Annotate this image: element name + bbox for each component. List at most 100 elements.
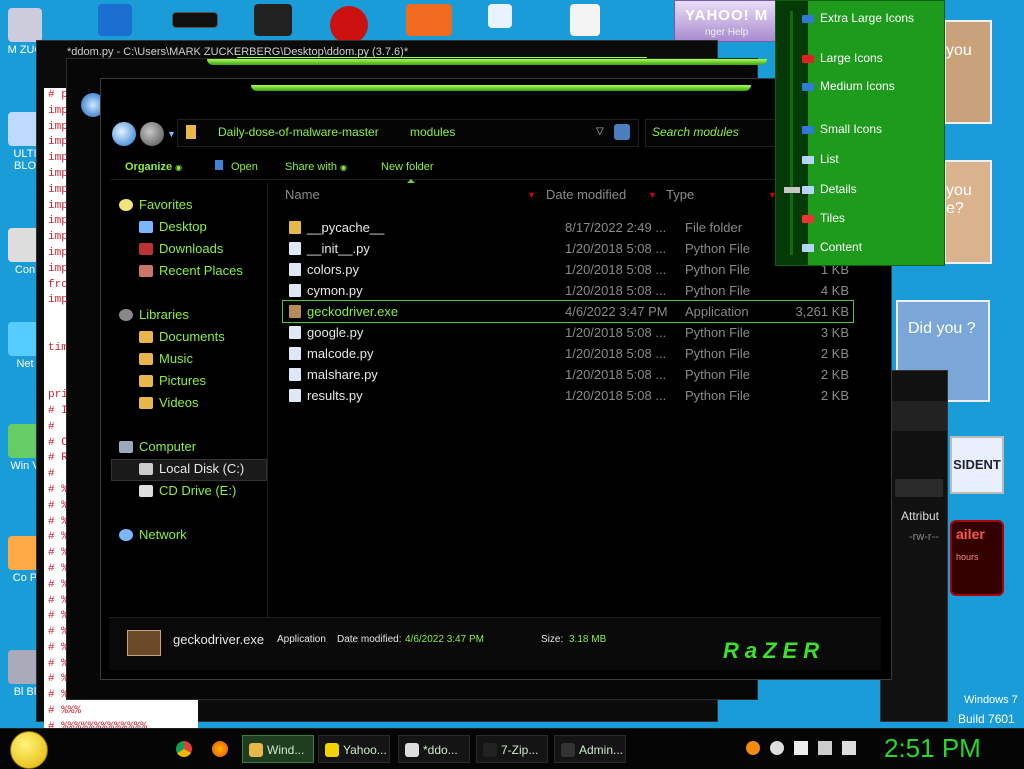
view-option[interactable]: Extra Large Icons [802,11,915,25]
yahoo-window[interactable]: YAHOO! M nger Help [674,0,786,42]
file-date: 8/17/2022 2:49 ... [565,220,667,235]
file-name: malshare.py [307,367,378,382]
file-row[interactable]: malshare.py 1/20/2018 5:08 ... Python File… [283,364,853,385]
nav-pictures[interactable]: Pictures [139,373,206,388]
file-row[interactable]: __pycache__ 8/17/2022 2:49 ... File folder [283,217,853,238]
shield-game-icon[interactable] [330,6,368,44]
file-row[interactable]: geckodriver.exe 4/6/2022 3:47 PM Applicati… [282,300,854,323]
view-option[interactable]: Details [802,182,857,196]
chrome-icon[interactable] [176,741,192,757]
taskbar-clock[interactable]: 2:51 PM [884,733,981,764]
file-date: 1/20/2018 5:08 ... [565,283,667,298]
view-option-label: Details [820,182,857,196]
yahoo-header: YAHOO! M [685,7,769,24]
code-line[interactable]: # %%% [48,704,198,720]
file-type: Python File [685,283,751,298]
column-chevron-icon[interactable]: ▼ [648,190,657,200]
nav-downloads[interactable]: Downloads [139,241,223,256]
minus-icon[interactable] [770,741,784,755]
file-row[interactable]: google.py 1/20/2018 5:08 ... Python File 3 … [283,322,853,343]
explorer-window[interactable]: ▼ Daily-dose-of-malware-master modules ▽… [100,78,892,680]
refresh-icon[interactable] [614,124,630,140]
app-shortcut-icon[interactable] [98,4,132,36]
start-button-smiley-icon[interactable] [10,731,48,769]
column-chevron-icon[interactable]: ▼ [527,190,536,200]
nav-libraries[interactable]: Libraries [119,307,189,322]
cmd-shortcut-icon[interactable] [172,12,218,28]
file-row[interactable]: malcode.py 1/20/2018 5:08 ... Python File 2… [283,343,853,364]
flag-icon[interactable] [794,741,808,755]
file-row[interactable]: results.py 1/20/2018 5:08 ... Python File 2… [283,385,853,406]
breadcrumb-current[interactable]: modules [410,125,455,139]
search-icon[interactable] [746,741,760,755]
forward-arrow-icon[interactable] [140,122,164,146]
view-option-label: Small Icons [820,122,883,136]
new-folder-button[interactable]: New folder [381,157,434,177]
view-options-menu[interactable]: Extra Large Icons Large Icons Medium Icons… [775,0,945,266]
view-option[interactable]: Small Icons [802,122,883,136]
side-tile-1[interactable]: you [944,20,992,124]
address-bar[interactable]: Daily-dose-of-malware-master modules ▽ [177,119,639,147]
nav-music[interactable]: Music [139,351,193,366]
pane-splitter[interactable] [267,183,268,617]
column-type[interactable]: Type [666,187,694,202]
breadcrumb-parent[interactable]: Daily-dose-of-malware-master [218,125,379,139]
back-arrow-icon[interactable] [112,122,136,146]
organize-button[interactable]: Organize ◉ [125,157,182,178]
view-option[interactable]: Large Icons [802,51,883,65]
open-button[interactable]: Open [215,157,258,177]
nav-cd-drive[interactable]: CD Drive (E:) [139,483,236,498]
taskbar-button[interactable]: 7-Zip... [476,735,548,763]
cd-drive-icon [139,485,153,497]
side-tile-2[interactable]: you e? [944,160,992,264]
taskbar-button[interactable]: *ddo... [398,735,470,763]
view-option-label: Extra Large Icons [820,11,915,25]
share-with-button[interactable]: Share with ◉ [285,157,347,178]
nav-videos[interactable]: Videos [139,395,199,410]
slider-thumb[interactable] [784,187,800,193]
speaker-icon[interactable] [842,741,856,755]
taskbar-button[interactable]: Yahoo... [318,735,390,763]
nav-desktop[interactable]: Desktop [139,219,207,234]
angry-bird-icon[interactable] [254,4,292,36]
doc-shortcut-icon[interactable] [570,4,600,36]
view-option[interactable]: Medium Icons [802,79,895,93]
network-tray-icon[interactable] [818,741,832,755]
file-size: 2 KB [820,388,849,403]
notepad-shortcut-icon[interactable] [488,4,512,28]
view-option-icon [802,156,814,164]
nav-favorites[interactable]: Favorites [119,197,192,212]
file-row[interactable]: colors.py 1/20/2018 5:08 ... Python File 1 … [283,259,853,280]
nav-local-disk[interactable]: Local Disk (C:) [139,461,244,476]
nav-computer[interactable]: Computer [119,439,196,454]
taskbar-app-icon [325,743,339,757]
downloads-icon [139,243,153,255]
application-icon [289,305,301,318]
file-date: 4/6/2022 3:47 PM [565,304,668,319]
nav-documents[interactable]: Documents [139,329,225,344]
nav-network[interactable]: Network [119,527,187,542]
side-tile-4[interactable]: SIDENT [950,436,1004,494]
nav-recent-places[interactable]: Recent Places [139,263,243,278]
column-name[interactable]: Name [285,187,320,202]
file-row[interactable]: __init__.py 1/20/2018 5:08 ... Python File [283,238,853,259]
search-input[interactable]: Search modules [652,125,739,139]
history-chevron-icon[interactable]: ▼ [167,129,176,139]
view-option[interactable]: List [802,152,839,166]
taskbar-button[interactable]: Admin... [554,735,626,763]
taskbar-button[interactable]: Wind... [242,735,314,763]
column-date-modified[interactable]: Date modified [546,187,626,202]
view-option[interactable]: Tiles [802,211,845,225]
search-box[interactable]: Search modules [645,119,777,147]
network-icon [119,529,133,541]
file-row[interactable]: cymon.py 1/20/2018 5:08 ... Python File 4 K… [283,280,853,301]
taskbar-button-label: Wind... [267,743,305,757]
properties-dropdown[interactable] [895,479,943,497]
view-option[interactable]: Content [802,240,862,254]
python-file-icon [289,389,301,402]
divider [111,179,875,180]
side-tile-5[interactable]: ailer hours [950,520,1004,596]
chevron-down-icon[interactable]: ▽ [596,126,604,137]
photo-app-icon[interactable] [406,4,452,36]
firefox-icon[interactable] [212,741,228,757]
